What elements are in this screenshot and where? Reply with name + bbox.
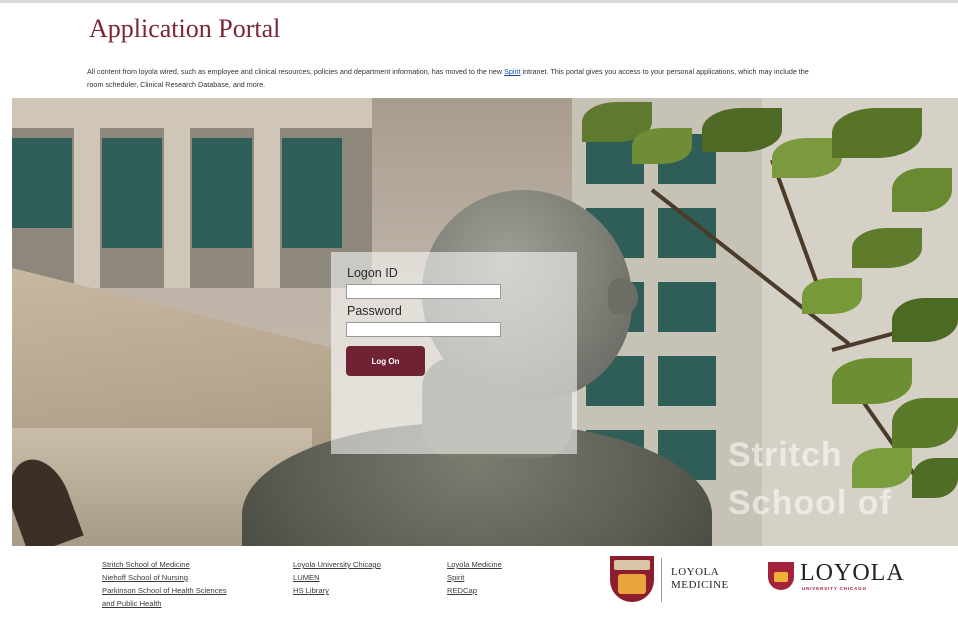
footer-link-hs-library[interactable]: HS Library	[293, 584, 381, 597]
footer-links-university: Loyola University Chicago LUMEN HS Libra…	[293, 558, 381, 597]
loyola-university-logo: LOYOLA UNIVERSITY CHICAGO	[768, 560, 908, 600]
footer-link-loyola-medicine[interactable]: Loyola Medicine	[447, 558, 502, 571]
footer-link-luc[interactable]: Loyola University Chicago	[293, 558, 381, 571]
log-on-button[interactable]: Log On	[346, 346, 425, 376]
luc-wordmark: LOYOLA	[800, 560, 905, 586]
loyola-medicine-wordmark: LOYOLA MEDICINE	[671, 566, 729, 592]
password-input[interactable]	[346, 322, 501, 337]
loyola-medicine-line1: LOYOLA	[671, 566, 720, 578]
statue-nose	[608, 278, 638, 314]
top-divider	[0, 0, 958, 3]
logon-id-input[interactable]	[346, 284, 501, 299]
footer-link-spirit[interactable]: Spirit	[447, 571, 502, 584]
login-panel: Logon ID Password Log On	[331, 252, 577, 454]
building-sign-line2: School of	[728, 484, 892, 522]
building-left	[12, 98, 372, 288]
spirit-intranet-link[interactable]: Spirit	[504, 67, 520, 76]
intro-text: All content from loyola wired, such as e…	[87, 65, 827, 91]
logo-divider	[661, 558, 662, 602]
footer-link-parkinson-cont[interactable]: and Public Health	[102, 597, 227, 610]
footer-link-stritch[interactable]: Stritch School of Medicine	[102, 558, 227, 571]
footer-links-schools: Stritch School of Medicine Niehoff Schoo…	[102, 558, 227, 610]
footer-link-niehoff[interactable]: Niehoff School of Nursing	[102, 571, 227, 584]
footer-link-parkinson[interactable]: Parkinson School of Health Sciences	[102, 584, 227, 597]
building-sign-line1: Stritch	[728, 436, 843, 474]
footer-link-redcap[interactable]: REDCap	[447, 584, 502, 597]
intro-text-start: All content from loyola wired, such as e…	[87, 67, 505, 76]
footer-link-lumen[interactable]: LUMEN	[293, 571, 381, 584]
loyola-shield-icon	[610, 556, 654, 602]
loyola-medicine-line2: MEDICINE	[671, 579, 729, 591]
page-title: Application Portal	[89, 14, 281, 43]
hero-photo: Stritch School of Logon ID Password Log …	[12, 98, 958, 546]
loyola-medicine-logo: LOYOLA MEDICINE	[610, 556, 770, 606]
luc-shield-icon	[768, 562, 794, 590]
logon-id-label: Logon ID	[347, 266, 398, 280]
password-label: Password	[347, 304, 402, 318]
footer-links-medicine: Loyola Medicine Spirit REDCap	[447, 558, 502, 597]
luc-subtitle: UNIVERSITY CHICAGO	[802, 586, 867, 591]
